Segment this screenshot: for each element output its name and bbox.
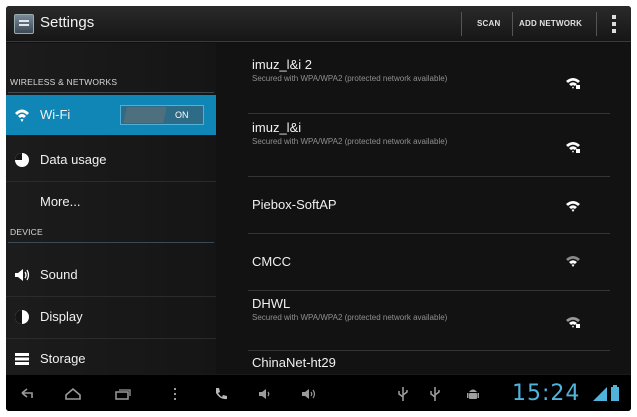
network-item[interactable]: CMCC bbox=[252, 254, 612, 269]
speaker-icon bbox=[15, 269, 30, 281]
network-item[interactable]: ChinaNet-ht29 bbox=[252, 355, 612, 370]
wifi-signal-icon bbox=[566, 201, 580, 212]
action-divider bbox=[512, 12, 513, 36]
menu-icon[interactable] bbox=[166, 385, 184, 403]
settings-screen: Settings SCAN ADD NETWORK WIRELESS & NET… bbox=[6, 6, 631, 411]
data-usage-icon bbox=[15, 153, 29, 167]
phone-icon[interactable] bbox=[212, 385, 230, 403]
network-name: CMCC bbox=[252, 254, 291, 269]
settings-app-icon[interactable] bbox=[14, 14, 34, 34]
sidebar-item-more[interactable]: More... bbox=[6, 182, 216, 222]
volume-up-icon[interactable] bbox=[300, 385, 318, 403]
network-item[interactable]: Piebox-SoftAP bbox=[252, 197, 612, 212]
sidebar-item-label: Storage bbox=[40, 351, 86, 366]
scan-button[interactable]: SCAN bbox=[477, 19, 500, 28]
network-divider bbox=[248, 350, 610, 351]
network-name: imuz_l&i bbox=[252, 120, 302, 135]
settings-sidebar: WIRELESS & NETWORKS Wi-Fi ON Data usage bbox=[6, 43, 216, 374]
section-divider bbox=[8, 242, 214, 243]
display-icon bbox=[15, 310, 29, 324]
wifi-icon bbox=[15, 109, 29, 122]
network-item[interactable]: imuz_l&i 2 Secured with WPA/WPA2 (protec… bbox=[252, 57, 612, 84]
app-title: Settings bbox=[40, 14, 95, 31]
sidebar-item-sound[interactable]: Sound bbox=[6, 255, 216, 295]
network-divider bbox=[248, 290, 610, 291]
network-name: ChinaNet-ht29 bbox=[252, 355, 336, 370]
storage-icon bbox=[15, 353, 29, 365]
network-name: Piebox-SoftAP bbox=[252, 197, 337, 212]
network-divider bbox=[248, 233, 610, 234]
sidebar-item-display[interactable]: Display bbox=[6, 297, 216, 337]
system-bar: 15:24 bbox=[6, 374, 631, 411]
sidebar-item-label: Wi-Fi bbox=[40, 107, 71, 122]
usb-debug-icon bbox=[430, 387, 440, 401]
android-icon bbox=[467, 389, 479, 399]
sidebar-item-data-usage[interactable]: Data usage bbox=[6, 140, 216, 180]
toggle-state-label: ON bbox=[175, 110, 189, 120]
action-bar: Settings SCAN ADD NETWORK bbox=[6, 6, 631, 42]
status-clock: 15:24 bbox=[512, 381, 581, 406]
sidebar-item-storage[interactable]: Storage bbox=[6, 339, 216, 379]
wifi-secured-icon bbox=[566, 317, 580, 328]
recent-apps-icon[interactable] bbox=[114, 385, 132, 403]
network-divider bbox=[248, 176, 610, 177]
volume-down-icon[interactable] bbox=[256, 385, 274, 403]
add-network-button[interactable]: ADD NETWORK bbox=[519, 19, 582, 28]
sidebar-item-label: Sound bbox=[40, 267, 78, 282]
wifi-status-icon bbox=[593, 387, 607, 401]
sidebar-item-wifi[interactable]: Wi-Fi ON bbox=[6, 95, 216, 135]
toggle-thumb[interactable] bbox=[123, 107, 167, 123]
overflow-menu-icon[interactable] bbox=[612, 15, 616, 35]
wifi-secured-icon bbox=[566, 142, 580, 153]
network-item[interactable]: DHWL Secured with WPA/WPA2 (protected ne… bbox=[252, 296, 612, 323]
section-divider bbox=[8, 92, 214, 93]
action-divider bbox=[461, 12, 462, 36]
wifi-signal-icon bbox=[566, 256, 580, 267]
network-item[interactable]: imuz_l&i Secured with WPA/WPA2 (protecte… bbox=[252, 120, 612, 147]
battery-icon bbox=[611, 385, 619, 401]
back-icon[interactable] bbox=[18, 385, 36, 403]
section-header-wireless: WIRELESS & NETWORKS bbox=[10, 77, 118, 87]
section-header-device: DEVICE bbox=[10, 227, 43, 237]
action-divider bbox=[596, 12, 597, 36]
sidebar-item-label: Display bbox=[40, 309, 83, 324]
sidebar-item-label: Data usage bbox=[40, 152, 107, 167]
home-icon[interactable] bbox=[64, 385, 82, 403]
network-name: DHWL bbox=[252, 296, 291, 311]
sidebar-item-label: More... bbox=[40, 194, 81, 209]
network-name: imuz_l&i 2 bbox=[252, 57, 312, 72]
usb-icon bbox=[398, 387, 408, 401]
network-divider bbox=[248, 113, 610, 114]
network-status: Secured with WPA/WPA2 (protected network… bbox=[252, 137, 448, 146]
network-status: Secured with WPA/WPA2 (protected network… bbox=[252, 313, 448, 322]
wifi-secured-icon bbox=[566, 78, 580, 89]
network-status: Secured with WPA/WPA2 (protected network… bbox=[252, 74, 448, 83]
wifi-toggle[interactable]: ON bbox=[120, 105, 204, 125]
wifi-network-list: imuz_l&i 2 Secured with WPA/WPA2 (protec… bbox=[216, 43, 631, 374]
